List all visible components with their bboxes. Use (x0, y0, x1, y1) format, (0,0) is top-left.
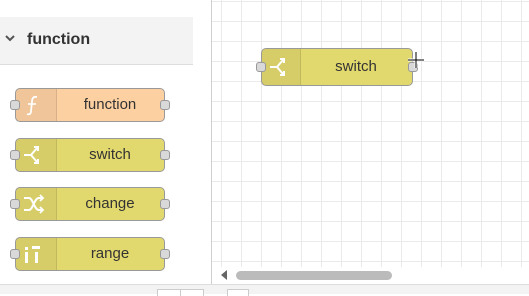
palette-node-change[interactable]: change (10, 187, 170, 221)
palette-node-label: change (85, 195, 135, 212)
input-port (10, 150, 20, 160)
node-palette: function function switch change range (0, 0, 193, 293)
output-port (160, 150, 170, 160)
input-port (10, 199, 20, 209)
input-port (10, 249, 20, 259)
function-icon (16, 89, 57, 121)
flow-workspace[interactable]: switch (212, 0, 529, 267)
range-icon (16, 238, 57, 270)
palette-node-function[interactable]: function (10, 88, 170, 122)
workspace-node-switch[interactable]: switch (256, 48, 418, 86)
palette-node-switch[interactable]: switch (10, 138, 170, 172)
horizontal-scrollbar[interactable] (212, 267, 529, 284)
palette-node-label: switch (89, 146, 131, 163)
workspace-node-label: switch (335, 58, 377, 75)
scroll-left-arrow-icon[interactable] (220, 270, 228, 280)
move-cursor-icon (408, 52, 424, 68)
chevron-down-icon[interactable] (3, 31, 17, 45)
change-icon (16, 188, 57, 220)
output-port (160, 199, 170, 209)
switch-icon (16, 139, 57, 171)
palette-node-label: function (83, 96, 137, 113)
palette-node-range[interactable]: range (10, 237, 170, 271)
palette-category-title: function (27, 31, 91, 48)
input-port[interactable] (256, 62, 266, 72)
output-port (160, 100, 170, 110)
switch-icon (262, 49, 301, 85)
input-port (10, 100, 20, 110)
output-port (160, 249, 170, 259)
palette-node-label: range (90, 245, 130, 262)
palette-category-header[interactable]: function (0, 17, 193, 65)
scrollbar-thumb[interactable] (236, 271, 392, 280)
